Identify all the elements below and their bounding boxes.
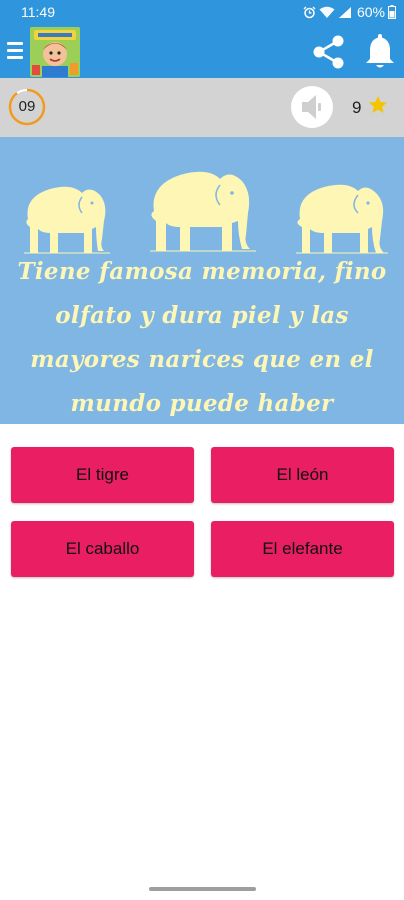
sound-toggle-button[interactable]	[291, 86, 333, 128]
answer-button-1[interactable]: El tigre	[11, 447, 194, 503]
battery-percent: 60%	[356, 4, 385, 20]
wifi-icon	[319, 6, 335, 18]
alarm-icon	[303, 6, 316, 18]
app-logo	[30, 27, 80, 77]
bell-icon[interactable]	[364, 34, 396, 70]
status-icons: 60%	[303, 4, 396, 20]
status-time: 11:49	[21, 4, 55, 20]
answer-button-2[interactable]: El león	[211, 447, 394, 503]
battery-icon	[388, 5, 396, 19]
star-icon	[369, 96, 387, 113]
score-bar: 09 9	[0, 78, 404, 137]
share-icon[interactable]	[311, 34, 347, 70]
elephant-illustration	[24, 186, 110, 254]
answer-button-3[interactable]: El caballo	[11, 521, 194, 577]
speaker-icon	[302, 95, 321, 119]
elephant-illustration	[296, 184, 388, 254]
countdown-timer: 09	[8, 88, 46, 126]
menu-icon[interactable]	[7, 42, 23, 62]
timer-value: 09	[18, 98, 36, 115]
gesture-navigation-bar[interactable]	[149, 887, 256, 891]
answer-button-4[interactable]: El elefante	[211, 521, 394, 577]
status-bar: 11:49 60%	[0, 0, 404, 26]
elephant-illustration	[150, 171, 256, 252]
question-panel: Tiene famosa memoria, fino olfato y dura…	[0, 137, 404, 424]
stars-count: 9	[352, 98, 362, 117]
signal-icon	[338, 6, 351, 18]
question-text: Tiene famosa memoria, fino olfato y dura…	[17, 258, 387, 417]
app-bar	[0, 26, 404, 78]
